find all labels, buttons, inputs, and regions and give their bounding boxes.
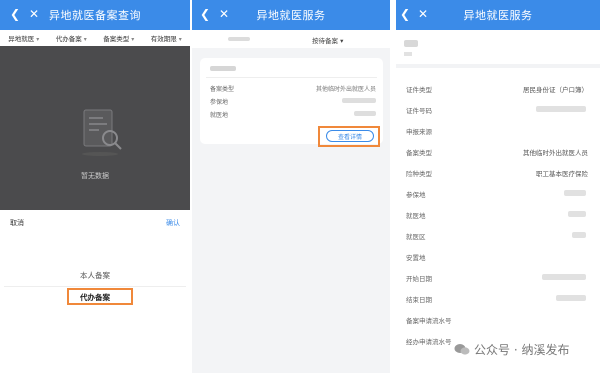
divider [4, 286, 186, 287]
section-divider [396, 64, 600, 68]
field-label-medical-district: 就医区 [406, 233, 426, 241]
redacted-name [228, 37, 250, 41]
field-label-insured-place: 参保地 [406, 191, 426, 199]
redacted-name [404, 40, 418, 47]
filter-period[interactable]: 有效期限 [151, 33, 182, 43]
watermark-text: 公众号 · 纳溪发布 [474, 342, 570, 357]
redacted-value [556, 295, 586, 301]
redacted-value [536, 106, 586, 112]
option-proxy-record[interactable]: 代办备案 [0, 292, 190, 303]
sub-bar: 按待备案 ▾ [192, 30, 390, 48]
redacted-value [564, 190, 586, 196]
record-detail-screen: ❮ ✕ 异地就医服务 证件类型 居民身份证（户口簿） 证件号码 申报来源 备案类… [396, 0, 600, 373]
redacted-value [342, 98, 376, 103]
divider [206, 77, 377, 78]
field-label-insurance-type: 险种类型 [406, 170, 432, 178]
row-label-type: 备案类型 [210, 86, 235, 93]
option-self-record[interactable]: 本人备案 [0, 270, 190, 281]
cancel-button[interactable]: 取消 [10, 218, 24, 228]
page-title: 异地就医服务 [256, 9, 326, 22]
view-details-button[interactable]: 查看详情 [326, 130, 374, 142]
field-value-record-type: 其他临时外出就医人员 [523, 149, 588, 157]
field-value-id-type: 居民身份证（户口簿） [523, 86, 588, 94]
empty-state-text: 暂无数据 [81, 172, 109, 180]
page-title: 异地就医备案查询 [49, 9, 141, 22]
redacted-value [568, 211, 586, 217]
nav-bar: ❮ ✕ 异地就医服务 [192, 0, 390, 30]
row-label-insured: 参保地 [210, 99, 229, 106]
row-label-medical: 就医地 [210, 112, 229, 119]
filter-region[interactable]: 异地就医 [8, 33, 39, 43]
field-value-insurance-type: 职工基本医疗保险 [536, 170, 588, 178]
row-value-type: 其他临时外出就医人员 [315, 86, 376, 93]
record-query-screen: ❮ ✕ 异地就医备案查询 异地就医 代办备案 备案类型 有效期限 暂无数据 取消… [0, 0, 190, 373]
field-label-settle-place: 安置地 [406, 254, 426, 262]
watermark: 公众号 · 纳溪发布 [454, 339, 594, 359]
filter-type[interactable]: 备案类型 [103, 33, 134, 43]
field-label-record-serial: 备案申请流水号 [406, 317, 452, 325]
nav-bar: ❮ ✕ 异地就医服务 [396, 0, 600, 30]
field-label-end-date: 结束日期 [406, 296, 432, 304]
field-label-id-type: 证件类型 [406, 86, 432, 94]
redacted-info [404, 52, 412, 56]
record-list-screen: ❮ ✕ 异地就医服务 按待备案 ▾ 备案类型 其他临时外出就医人员 参保地 就医… [192, 0, 390, 373]
nav-bar: ❮ ✕ 异地就医备案查询 [0, 0, 190, 30]
field-label-source: 申报来源 [406, 128, 432, 136]
redacted-header [210, 66, 236, 71]
page-title: 异地就医服务 [463, 9, 533, 22]
redacted-value [572, 232, 586, 238]
field-label-handle-serial: 经办申请流水号 [406, 338, 452, 346]
filter-bar: 异地就医 代办备案 备案类型 有效期限 [0, 30, 190, 46]
redacted-value [354, 111, 376, 116]
confirm-button[interactable]: 确认 [166, 218, 180, 228]
field-label-start-date: 开始日期 [406, 275, 432, 283]
field-label-medical-place: 就医地 [406, 212, 426, 220]
wechat-icon [454, 343, 470, 355]
record-type-dropdown[interactable]: 按待备案 ▾ [312, 35, 343, 45]
field-label-record-type: 备案类型 [406, 149, 432, 157]
empty-state-icon [82, 109, 122, 156]
field-label-id-number: 证件号码 [406, 107, 432, 115]
filter-proxy[interactable]: 代办备案 [56, 33, 87, 43]
redacted-value [542, 274, 586, 280]
